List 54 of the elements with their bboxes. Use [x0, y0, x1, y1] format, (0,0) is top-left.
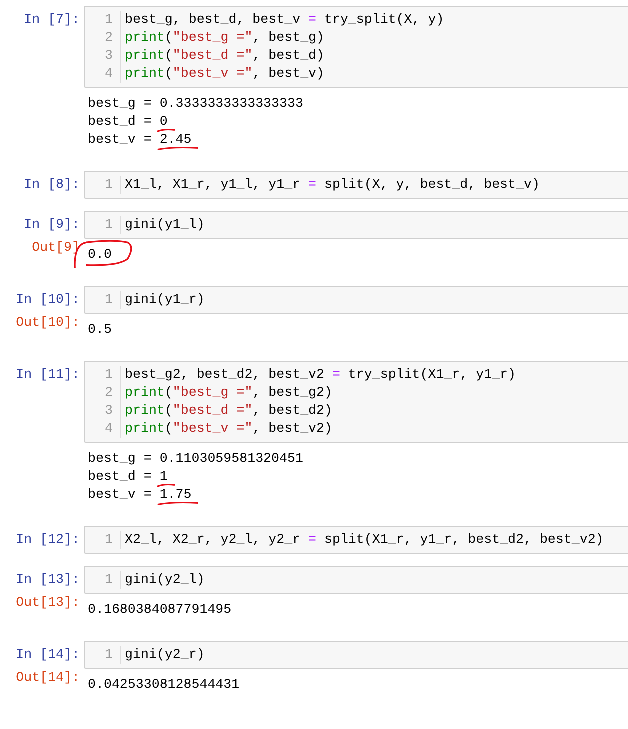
- input-prompt: In [7]:: [23, 11, 81, 29]
- code-line: print("best_d =", best_d2): [124, 402, 334, 420]
- output-text: 0.0: [88, 246, 112, 264]
- code-line: gini(y2_l): [124, 571, 206, 589]
- input-prompt: In [11]:: [15, 366, 81, 384]
- code-line: print("best_d =", best_d): [124, 47, 326, 65]
- line-number: 4: [104, 65, 114, 83]
- line-number: 2: [104, 384, 114, 402]
- output-prompt: Out[13]:: [15, 594, 81, 612]
- code-line: best_g2, best_d2, best_v2 = try_split(X1_r, y1_r): [124, 366, 518, 384]
- code-line: gini(y1_r): [124, 291, 206, 309]
- input-prompt: In [10]:: [15, 291, 81, 309]
- output-prompt: Out[10]:: [15, 314, 81, 332]
- output-text: best_d = 0: [88, 113, 168, 131]
- output-text: 0.04253308128544431: [88, 676, 240, 694]
- code-line: X2_l, X2_r, y2_l, y2_r = split(X1_r, y1_r, best_d2, best_v2): [124, 531, 605, 549]
- input-prompt: In [9]:: [23, 216, 81, 234]
- code-line: print("best_g =", best_g): [124, 29, 326, 47]
- input-prompt: In [13]:: [15, 571, 81, 589]
- code-line: best_g, best_d, best_v = try_split(X, y): [124, 11, 446, 29]
- line-number: 1: [104, 291, 114, 309]
- handwritten-underline: [157, 501, 200, 507]
- line-number: 4: [104, 420, 114, 438]
- code-line: gini(y2_r): [124, 646, 206, 664]
- output-text: best_v = 1.75: [88, 486, 192, 504]
- output-text: 0.5: [88, 321, 112, 339]
- line-number: 2: [104, 29, 114, 47]
- input-prompt: In [8]:: [23, 176, 81, 194]
- input-prompt: In [12]:: [15, 531, 81, 549]
- line-number: 1: [104, 366, 114, 384]
- line-number: 3: [104, 402, 114, 420]
- line-number: 1: [104, 571, 114, 589]
- output-text: best_d = 1: [88, 468, 168, 486]
- line-number: 1: [104, 531, 114, 549]
- input-prompt: In [14]:: [15, 646, 81, 664]
- code-line: print("best_v =", best_v2): [124, 420, 334, 438]
- handwritten-underline: [157, 146, 200, 152]
- output-text: best_g = 0.1103059581320451: [88, 450, 304, 468]
- output-prompt: Out[14]:: [15, 669, 81, 687]
- handwritten-underline: [157, 128, 176, 134]
- output-text: best_v = 2.45: [88, 131, 192, 149]
- line-number: 1: [104, 216, 114, 234]
- line-number: 1: [104, 176, 114, 194]
- output-text: best_g = 0.3333333333333333: [88, 95, 304, 113]
- line-number: 3: [104, 47, 114, 65]
- code-line: print("best_v =", best_v): [124, 65, 326, 83]
- line-number: 1: [104, 646, 114, 664]
- line-number: 1: [104, 11, 114, 29]
- code-line: print("best_g =", best_g2): [124, 384, 334, 402]
- output-prompt: Out[9]: [31, 239, 81, 257]
- code-line: X1_l, X1_r, y1_l, y1_r = split(X, y, best_d, best_v): [124, 176, 541, 194]
- handwritten-underline: [157, 483, 176, 489]
- code-line: gini(y1_l): [124, 216, 206, 234]
- output-text: 0.1680384087791495: [88, 601, 232, 619]
